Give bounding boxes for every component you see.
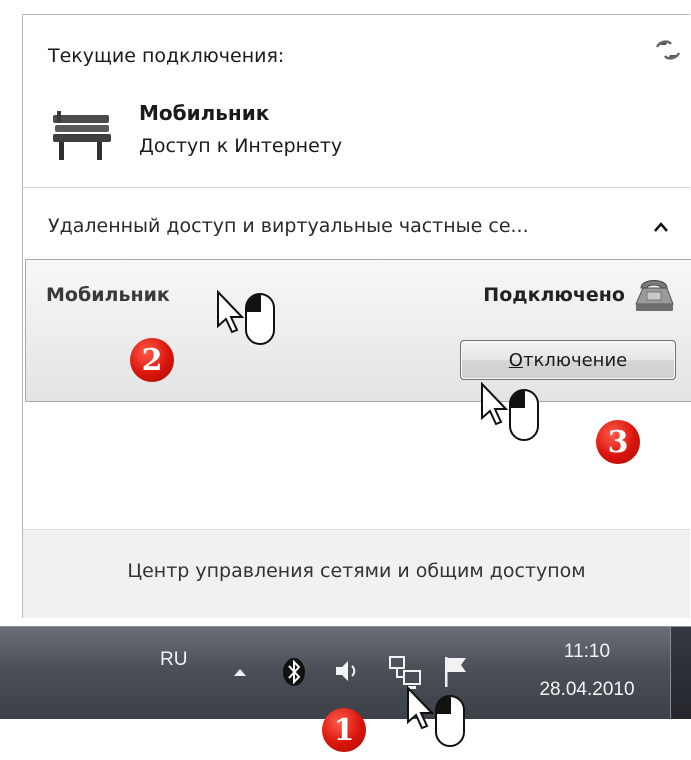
collapse-arrow-icon[interactable] [654, 222, 668, 232]
disconnect-button-accelerator: О [508, 349, 523, 371]
clock-time[interactable]: 11:10 [532, 641, 642, 663]
show-hidden-icons-arrow[interactable] [233, 667, 247, 677]
phone-modem-icon [635, 280, 674, 311]
network-name: Мобильник [139, 101, 270, 125]
show-desktop-button[interactable] [670, 627, 691, 719]
bluetooth-icon[interactable] [282, 657, 306, 687]
mouse-cursor-icon [217, 289, 275, 345]
disconnect-button[interactable]: Отключение [460, 340, 676, 380]
bench-network-icon [53, 111, 111, 160]
volume-icon[interactable] [333, 657, 361, 685]
dialup-vpn-section-header[interactable]: Удаленный доступ и виртуальные частные с… [48, 215, 648, 237]
disconnect-button-label: тключение [522, 349, 628, 371]
step-badge-3: 3 [596, 420, 640, 464]
divider [23, 187, 690, 188]
step-badge-2: 2 [130, 338, 174, 382]
taskbar: RU 11:10 28.04.2010 [0, 626, 691, 719]
network-status: Доступ к Интернету [139, 135, 343, 157]
mouse-cursor-icon [407, 685, 465, 747]
language-indicator[interactable]: RU [160, 649, 187, 671]
vpn-connection-state: Подключено [483, 284, 625, 306]
vpn-connection-name: Мобильник [46, 284, 170, 306]
refresh-icon[interactable] [654, 37, 682, 63]
current-connections-title: Текущие подключения: [48, 45, 285, 67]
network-popup: Текущие подключения: Мобильник Доступ к … [22, 14, 691, 618]
clock-date[interactable]: 28.04.2010 [512, 679, 662, 701]
mouse-cursor-icon [481, 381, 539, 441]
popup-footer: Центр управления сетями и общим доступом [23, 529, 690, 618]
step-badge-1: 1 [322, 708, 366, 752]
network-sharing-center-link[interactable]: Центр управления сетями и общим доступом [23, 560, 690, 582]
vpn-connection-item[interactable]: Мобильник Подключено Отключение [25, 259, 691, 402]
